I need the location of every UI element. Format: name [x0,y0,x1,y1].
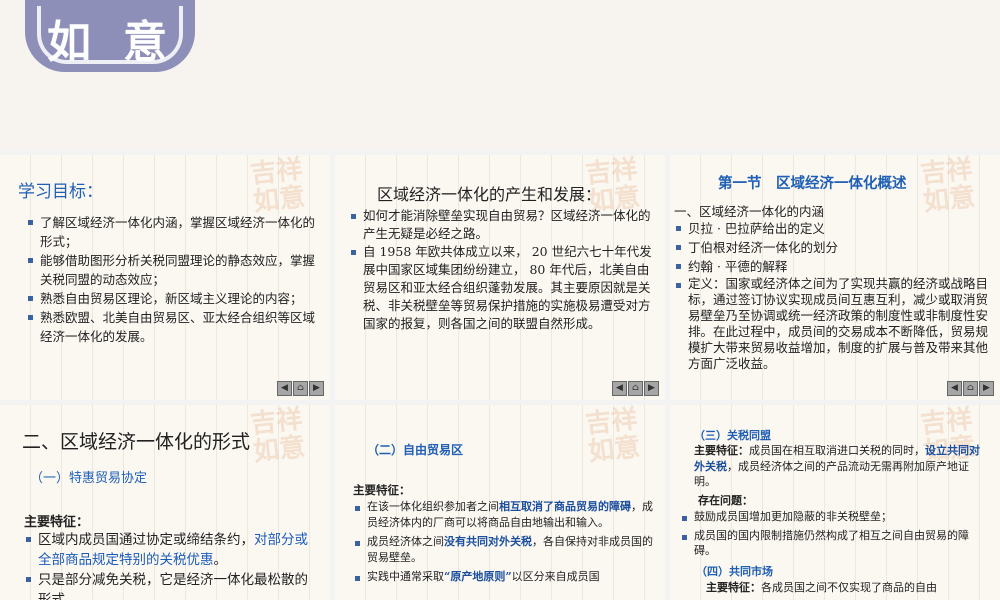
section-heading: （一）特惠贸易协定 [30,471,148,486]
item-text: 成员经济体之间 [367,535,444,548]
bullet-list: 在该一体化组织参加者之间相互取消了商品贸易的障碍，成员经济体内的厂商可以将商品自… [353,499,653,585]
list-item: 约翰 · 平德的解释 [674,257,999,276]
features-heading: 主要特征： [24,515,90,530]
list-item: 在该一体化组织参加者之间相互取消了商品贸易的障碍，成员经济体内的厂商可以将商品自… [353,499,653,530]
stamp-watermark: 吉祥 如意 [918,155,977,218]
slide-thumbnail-3[interactable]: 吉祥 如意 第一节 区域经济一体化概述 一、区域经济一体化的内涵 贝拉 · 巴拉萨… [670,155,1000,400]
prev-button[interactable]: ◀ [277,381,292,396]
next-button[interactable]: ▶ [644,381,659,396]
list-item: 自 1958 年欧共体成立以来， 20 世纪六七十年代发展中国家区域集团纷纷建立… [349,243,654,333]
slide-nav: ◀ ⌂ ▶ [612,381,659,396]
list-item: 能够借助图形分析关税同盟理论的静态效应，掌握关税同盟的动态效应； [26,251,316,289]
section-heading: 一、区域经济一体化的内涵 [674,204,825,219]
prev-button[interactable]: ◀ [947,381,962,396]
stamp-watermark: 吉祥 如意 [248,155,307,218]
bullet-list: 鼓励成员国增加更加隐蔽的非关税壁垒； 成员国的国内限制措施仍然构成了相互之间自由… [680,509,985,559]
list-item: 成员经济体之间没有共同对外关税，各自保持对非成员国的贸易壁垒。 [353,534,653,565]
home-button[interactable]: ⌂ [628,381,643,396]
slide-title: 区域经济一体化的产生和发展： [377,185,602,204]
slide-nav: ◀ ⌂ ▶ [277,381,324,396]
home-button[interactable]: ⌂ [963,381,978,396]
list-item: 如何才能消除壁垒实现自由贸易？区域经济一体化的产生无疑是必经之路。 [349,207,654,243]
logo-glyph-left: 如 [47,17,91,68]
list-item: 成员国的国内限制措施仍然构成了相互之间自由贸易的障碍。 [680,528,985,559]
list-item: 了解区域经济一体化内涵，掌握区域经济一体化的形式； [26,213,316,251]
item-text: 在该一体化组织参加者之间 [367,500,499,513]
highlighted-text: “原产地原则” [444,570,512,583]
home-button[interactable]: ⌂ [293,381,308,396]
list-item: 贝拉 · 巴拉萨给出的定义 [674,219,999,238]
slide-title: （二）自由贸易区 [367,443,464,457]
slide-nav: ◀ ⌂ ▶ [947,381,994,396]
list-item: 丁伯根对经济一体化的划分 [674,238,999,257]
list-item: 熟悉自由贸易区理论，新区域主义理论的内容； [26,289,316,308]
bullet-list: 贝拉 · 巴拉萨给出的定义 丁伯根对经济一体化的划分 约翰 · 平德的解释 定义… [674,219,999,372]
top-background: 如 意 [0,0,1000,150]
highlighted-text: 相互取消了商品贸易的障碍 [499,500,631,513]
list-item: 区域内成员国通过协定或缔结条约，对部分或全部商品规定特别的关税优惠。 [24,530,314,570]
logo-seal: 如 意 [25,0,195,72]
item-text: 区域内成员国通过协定或缔结条约， [38,532,254,548]
features-paragraph: 主要特征：成员国在相互取消进口关税的同时，设立共同对外关税，成员经济体之间的产品… [694,443,986,490]
bullet-list: 了解区域经济一体化内涵，掌握区域经济一体化的形式； 能够借助图形分析关税同盟理论… [26,213,316,346]
next-button[interactable]: ▶ [979,381,994,396]
next-button[interactable]: ▶ [309,381,324,396]
item-text: 。 [213,552,228,568]
paragraph-text: ，成员经济体之间的产品流动无需再附加原产地证明。 [694,459,969,489]
stamp-watermark: 吉祥 如意 [583,405,642,468]
list-item: 只是部分减免关税，它是经济一体化最松散的形式。 [24,570,314,600]
section-heading: （四）共同市场 [696,565,773,578]
features-paragraph-2: 主要特征：各成员国之间不仅实现了商品的自由 [706,580,991,595]
paragraph-text: 成员国在相互取消进口关税的同时， [749,444,925,457]
bullet-list: 如何才能消除壁垒实现自由贸易？区域经济一体化的产生无疑是必经之路。 自 1958… [349,207,654,333]
item-text: 以区分来自成员国 [511,570,600,583]
paragraph-text: 各成员国之间不仅实现了商品的自由 [761,581,937,594]
slide-title: （三）关税同盟 [694,429,771,442]
highlighted-text: 没有共同对外关税 [444,535,532,548]
list-item: 鼓励成员国增加更加隐蔽的非关税壁垒； [680,509,985,525]
features-heading: 主要特征： [694,444,749,457]
slide-thumbnail-6[interactable]: 吉祥 如意 （三）关税同盟 主要特征：成员国在相互取消进口关税的同时，设立共同对外… [670,405,1000,600]
problems-heading: 存在问题： [698,494,753,507]
list-item: 定义：国家或经济体之间为了实现共赢的经济或战略目标，通过签订协议实现成员间互惠互… [674,276,999,372]
slide-thumbnail-1[interactable]: 吉祥 如意 学习目标： 了解区域经济一体化内涵，掌握区域经济一体化的形式； 能够借… [0,155,330,400]
logo-glyph-right: 意 [123,17,167,68]
item-text: 实践中通常采取 [367,570,444,583]
slide-title: 二、区域经济一体化的形式 [22,431,251,453]
slide-thumbnail-2[interactable]: 吉祥 如意 区域经济一体化的产生和发展： 如何才能消除壁垒实现自由贸易？区域经济一… [335,155,665,400]
slide-title: 第一节 区域经济一体化概述 [718,175,907,192]
bullet-list: 区域内成员国通过协定或缔结条约，对部分或全部商品规定特别的关税优惠。 只是部分减… [24,530,314,600]
list-item: 熟悉欧盟、北美自由贸易区、亚太经合组织等区域经济一体化的发展。 [26,308,316,346]
stamp-watermark: 吉祥 如意 [248,405,307,468]
slide-thumbnail-5[interactable]: 吉祥 如意 （二）自由贸易区 主要特征： 在该一体化组织参加者之间相互取消了商品贸… [335,405,665,600]
features-heading: 主要特征： [706,581,761,594]
prev-button[interactable]: ◀ [612,381,627,396]
slide-title: 学习目标： [18,182,103,202]
list-item: 实践中通常采取“原产地原则”以区分来自成员国 [353,569,653,585]
features-heading: 主要特征： [353,483,411,497]
slide-thumbnail-4[interactable]: 吉祥 如意 二、区域经济一体化的形式 （一）特惠贸易协定 主要特征： 区域内成员国… [0,405,330,600]
